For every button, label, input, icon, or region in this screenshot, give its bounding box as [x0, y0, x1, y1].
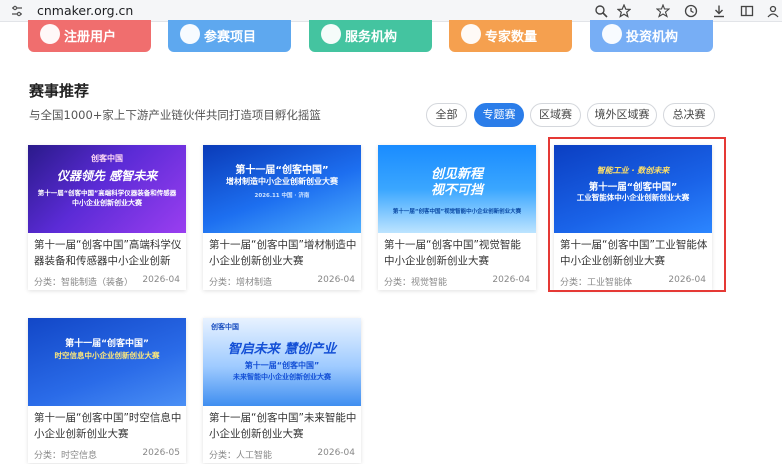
section-title: 赛事推荐: [29, 82, 90, 100]
card-banner: 第十一届“创客中国” 时空信息中小企业创新创业大赛: [28, 318, 186, 406]
profile-icon[interactable]: [766, 4, 780, 18]
banner-line: 第十一届“创客中国”高端科学仪器装备和传感器: [37, 189, 177, 197]
stat-service-orgs[interactable]: 服务机构: [309, 20, 432, 52]
banner-line: 第十一届“创客中国”视觉智能中小企业创新创业大赛: [392, 209, 522, 215]
card-date: 2026-04: [142, 275, 180, 285]
card-banner: 第十一届“创客中国” 增材制造中小企业创新创业大赛 2026.11 中国 · 济…: [203, 145, 361, 233]
extensions-icon[interactable]: [656, 4, 670, 18]
card-date: 2026-04: [492, 275, 530, 285]
card-title[interactable]: 第十一届“创客中国”视觉智能 中小企业创新创业大赛: [384, 237, 532, 269]
invest-icon: [602, 24, 622, 44]
card-title[interactable]: 第十一届“创客中国”未来智能中小企业创新创业大赛: [209, 410, 357, 442]
competition-card[interactable]: 第十一届“创客中国” 时空信息中小企业创新创业大赛 第十一届“创客中国”时空信息…: [28, 318, 186, 463]
banner-line: 第十一届“创客中国”: [235, 165, 329, 176]
card-banner: 创见新程 视不可挡 第十一届“创客中国”视觉智能中小企业创新创业大赛: [378, 145, 536, 233]
card-category: 分类：视觉智能: [384, 278, 448, 288]
filter-all[interactable]: 全部: [426, 103, 467, 127]
stat-label: 参赛项目: [204, 30, 257, 45]
section-subtitle: 与全国1000+家上下游产业链伙伴共同打造项目孵化摇篮: [29, 108, 321, 122]
card-date: 2026-05: [142, 448, 180, 458]
zoom-icon[interactable]: [594, 4, 608, 18]
card-category: 分类：人工智能: [209, 451, 273, 461]
banner-line: 时空信息中小企业创新创业大赛: [54, 351, 160, 360]
banner-slogan: 仪器领先 感智未来: [56, 169, 158, 183]
org-icon: [321, 24, 341, 44]
card-banner: 创客中国 智启未来 慧创产业 第十一届“创客中国” 未来智能中小企业创新创业大赛: [203, 318, 361, 406]
card-date: 2026-04: [317, 448, 355, 458]
selection-highlight: [548, 137, 726, 292]
stat-label: 投资机构: [626, 30, 679, 45]
competition-card[interactable]: 第十一届“创客中国” 增材制造中小企业创新创业大赛 2026.11 中国 · 济…: [203, 145, 361, 290]
banner-slogan: 视不可挡: [430, 183, 483, 198]
competition-card[interactable]: 创见新程 视不可挡 第十一届“创客中国”视觉智能中小企业创新创业大赛 第十一届“…: [378, 145, 536, 290]
banner-line: 2026.11 中国 · 济南: [254, 193, 310, 199]
card-category: 分类：时空信息: [34, 451, 98, 461]
project-icon: [180, 24, 200, 44]
competition-card[interactable]: 创客中国 智启未来 慧创产业 第十一届“创客中国” 未来智能中小企业创新创业大赛…: [203, 318, 361, 463]
card-title[interactable]: 第十一届“创客中国”高端科学仪器装备和传感器中小企业创新创...: [34, 237, 182, 269]
browser-toolbar: cnmaker.org.cn: [0, 0, 782, 22]
card-title[interactable]: 第十一届“创客中国”时空信息中小企业创新创业大赛: [34, 410, 182, 442]
banner-line: 第十一届“创客中国”: [244, 361, 320, 370]
competition-card[interactable]: 创客中国 仪器领先 感智未来 第十一届“创客中国”高端科学仪器装备和传感器 中小…: [28, 145, 186, 290]
banner-slogan: 智启未来 慧创产业: [227, 342, 337, 357]
banner-line: 未来智能中小企业创新创业大赛: [233, 373, 331, 381]
filter-finals[interactable]: 总决赛: [663, 103, 715, 127]
filter-regional[interactable]: 区域赛: [530, 103, 581, 127]
banner-logo: 创客中国: [211, 323, 239, 331]
stat-label: 服务机构: [345, 30, 398, 45]
filter-overseas[interactable]: 境外区域赛: [587, 103, 657, 127]
filter-special[interactable]: 专题赛: [474, 103, 524, 127]
address-bar-url[interactable]: cnmaker.org.cn: [37, 3, 133, 18]
star-icon[interactable]: [617, 4, 631, 18]
card-category: 分类：增材制造: [209, 278, 273, 288]
sidebar-icon[interactable]: [740, 4, 754, 18]
card-date: 2026-04: [317, 275, 355, 285]
banner-logo: 创客中国: [91, 154, 123, 163]
tune-icon[interactable]: [11, 5, 23, 17]
expert-icon: [461, 24, 481, 44]
card-title[interactable]: 第十一届“创客中国”增材制造中小企业创新创业大赛: [209, 237, 357, 269]
history-icon[interactable]: [684, 4, 698, 18]
banner-line: 第十一届“创客中国”: [65, 339, 149, 349]
stat-experts[interactable]: 专家数量: [449, 20, 572, 52]
stat-label: 专家数量: [485, 30, 538, 45]
stat-registered-users[interactable]: 注册用户: [28, 20, 151, 52]
banner-line: 中小企业创新创业大赛: [72, 199, 142, 207]
stat-projects[interactable]: 参赛项目: [168, 20, 291, 52]
download-icon[interactable]: [712, 4, 726, 18]
banner-line: 增材制造中小企业创新创业大赛: [226, 177, 338, 186]
stat-label: 注册用户: [64, 30, 117, 45]
card-category: 分类：智能制造（装备）: [34, 278, 134, 288]
user-icon: [40, 24, 60, 44]
card-banner: 创客中国 仪器领先 感智未来 第十一届“创客中国”高端科学仪器装备和传感器 中小…: [28, 145, 186, 233]
stat-investors[interactable]: 投资机构: [590, 20, 713, 52]
